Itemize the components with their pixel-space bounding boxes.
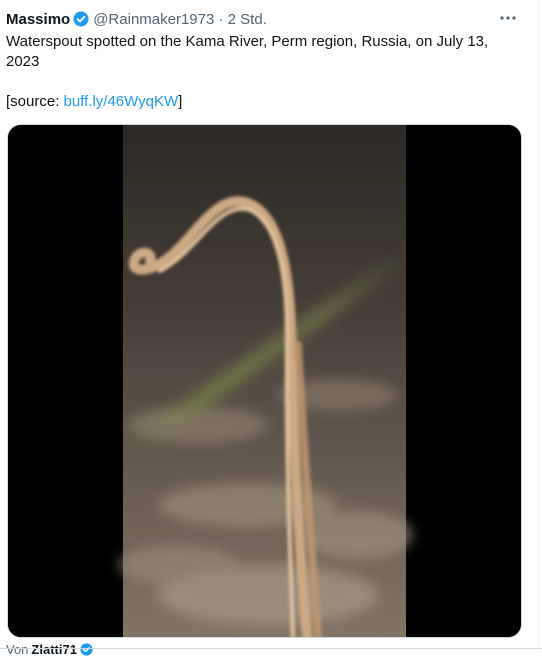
video-frame <box>8 125 521 637</box>
footer-user[interactable]: Zlatti71 <box>31 642 77 657</box>
source-link[interactable]: buff.ly/46WyqKW <box>64 93 179 110</box>
more-options-icon[interactable] <box>498 10 518 26</box>
verified-badge-icon[interactable] <box>73 11 89 27</box>
verified-badge-icon <box>80 642 93 656</box>
video-player[interactable] <box>7 124 522 638</box>
author-name[interactable]: Massimo <box>6 11 70 28</box>
source-line: [source: buff.ly/46WyqKW] <box>6 92 506 112</box>
source-suffix: ] <box>178 93 183 110</box>
divider <box>539 0 540 652</box>
author-handle[interactable]: @Rainmaker1973 <box>93 11 214 28</box>
tweet-text-line: 2023 <box>6 53 40 70</box>
footer-prefix: Von <box>6 641 29 657</box>
tweet-header: Massimo @Rainmaker1973 · 2 Std. <box>6 9 267 29</box>
tweet-timestamp[interactable]: 2 Std. <box>228 11 267 28</box>
source-prefix: [source: <box>6 93 64 110</box>
tweet-text: Waterspout spotted on the Kama River, Pe… <box>6 32 506 112</box>
tweet-card[interactable]: Massimo @Rainmaker1973 · 2 Std. Waterspo… <box>0 0 542 657</box>
divider <box>0 648 542 649</box>
quoted-tweet-header: Von Zlatti71 <box>6 641 97 657</box>
tweet-text-line: Waterspout spotted on the Kama River, Pe… <box>6 33 489 50</box>
dot-separator: · <box>218 10 224 28</box>
